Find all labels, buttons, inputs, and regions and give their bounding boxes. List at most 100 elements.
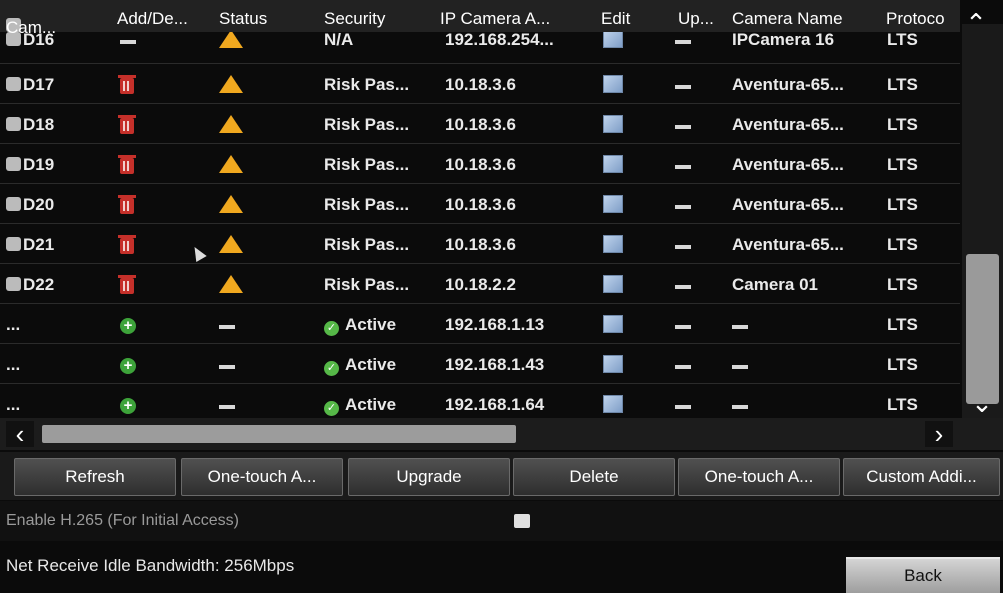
header-edit[interactable]: Edit — [601, 9, 630, 29]
ip-value: 10.18.3.6 — [445, 115, 516, 134]
delete-icon[interactable] — [118, 274, 136, 295]
table-row[interactable]: D21 Risk Pas... 10.18.3.6 Aventura-65...… — [0, 224, 960, 264]
warning-icon — [219, 115, 243, 138]
delete-icon[interactable] — [118, 114, 136, 135]
checkbox-icon[interactable] — [6, 157, 21, 171]
camera-no: D19 — [23, 155, 55, 174]
check-icon: ✓ — [324, 401, 339, 416]
edit-icon[interactable] — [603, 30, 623, 53]
checkbox-icon[interactable] — [6, 197, 21, 211]
ip-value: 192.168.1.64 — [445, 395, 545, 414]
checkbox-icon[interactable] — [6, 277, 21, 291]
table-row[interactable]: D17 Risk Pas... 10.18.3.6 Aventura-65...… — [0, 64, 960, 104]
protocol-value: LTS — [887, 155, 918, 174]
dash-icon — [675, 315, 691, 335]
checkbox-icon[interactable] — [6, 77, 21, 91]
security-value: ✓ Active — [324, 395, 396, 416]
row-checkbox[interactable]: D17 — [6, 75, 54, 95]
row-checkbox[interactable]: D21 — [6, 235, 54, 255]
refresh-button[interactable]: Refresh — [14, 458, 176, 496]
camera-no: D17 — [23, 75, 55, 94]
header-security[interactable]: Security — [324, 9, 385, 29]
header-protocol[interactable]: Protoco — [886, 9, 945, 29]
one-touch-activate-button[interactable]: One-touch A... — [181, 458, 343, 496]
protocol-value: LTS — [887, 115, 918, 134]
protocol-value: LTS — [887, 315, 918, 334]
dash-icon — [675, 115, 691, 135]
delete-icon[interactable] — [118, 74, 136, 95]
dash-icon — [732, 395, 748, 415]
checkbox-icon[interactable] — [6, 117, 21, 131]
camera-name: Camera 01 — [732, 275, 819, 294]
edit-icon[interactable] — [603, 395, 623, 418]
table-row[interactable]: D22 Risk Pas... 10.18.2.2 Camera 01 LTS — [0, 264, 960, 304]
action-toolbar: Refresh One-touch A... Upgrade Delete On… — [0, 452, 1003, 500]
row-checkbox[interactable]: D19 — [6, 155, 54, 175]
dash-icon — [675, 395, 691, 415]
header-status[interactable]: Status — [219, 9, 267, 29]
dash-icon — [675, 75, 691, 95]
ip-value: 10.18.3.6 — [445, 235, 516, 254]
vertical-scroll-thumb[interactable] — [966, 254, 999, 404]
row-checkbox[interactable]: D18 — [6, 115, 54, 135]
dash-icon — [675, 195, 691, 215]
custom-adding-button[interactable]: Custom Addi... — [843, 458, 1000, 496]
add-icon[interactable]: + — [120, 395, 136, 415]
table-row[interactable]: D18 Risk Pas... 10.18.3.6 Aventura-65...… — [0, 104, 960, 144]
delete-button[interactable]: Delete — [513, 458, 675, 496]
warning-icon — [219, 30, 243, 53]
delete-icon[interactable] — [118, 194, 136, 215]
chevron-down-icon[interactable]: ⌄ — [968, 390, 996, 416]
edit-icon[interactable] — [603, 155, 623, 178]
vertical-scrollbar[interactable]: ⌄ — [962, 24, 1003, 418]
header-add-delete[interactable]: Add/De... — [117, 9, 188, 29]
bandwidth-text: Net Receive Idle Bandwidth: 256Mbps — [6, 556, 295, 575]
warning-icon — [219, 275, 243, 298]
camera-name: Aventura-65... — [732, 195, 844, 214]
edit-icon[interactable] — [603, 235, 623, 258]
camera-no: ... — [6, 315, 21, 334]
camera-name: IPCamera 16 — [732, 30, 835, 49]
protocol-value: LTS — [887, 30, 918, 49]
dash-icon — [219, 315, 235, 335]
row-checkbox[interactable]: D20 — [6, 195, 54, 215]
camera-no: D21 — [23, 235, 55, 254]
chevron-left-icon[interactable]: ‹ — [6, 421, 34, 447]
horizontal-scroll-thumb[interactable] — [42, 425, 516, 443]
table-row[interactable]: D19 Risk Pas... 10.18.3.6 Aventura-65...… — [0, 144, 960, 184]
camera-name: Aventura-65... — [732, 115, 844, 134]
upgrade-button[interactable]: Upgrade — [348, 458, 510, 496]
header-upgrade[interactable]: Up... — [678, 9, 714, 29]
checkbox-icon[interactable] — [6, 237, 21, 251]
edit-icon[interactable] — [603, 75, 623, 98]
table-row[interactable]: D20 Risk Pas... 10.18.3.6 Aventura-65...… — [0, 184, 960, 224]
chevron-right-icon[interactable]: › — [925, 421, 953, 447]
camera-name: Aventura-65... — [732, 235, 844, 254]
dash-icon — [675, 30, 691, 50]
horizontal-scrollbar[interactable]: ‹ › — [0, 418, 1003, 450]
edit-icon[interactable] — [603, 275, 623, 298]
table-row[interactable]: ... + ✓ Active 192.168.1.43 LTS — [0, 344, 960, 384]
delete-icon[interactable] — [118, 234, 136, 255]
back-button[interactable]: Back — [846, 557, 1000, 593]
row-checkbox[interactable]: D22 — [6, 275, 54, 295]
edit-icon[interactable] — [603, 355, 623, 378]
h265-checkbox[interactable] — [514, 514, 530, 528]
protocol-value: LTS — [887, 275, 918, 294]
camera-no: ... — [6, 395, 21, 414]
protocol-value: LTS — [887, 195, 918, 214]
chevron-up-icon[interactable]: ⌃ — [962, 10, 990, 36]
table-row[interactable]: ... + ✓ Active 192.168.1.13 LTS — [0, 304, 960, 344]
edit-icon[interactable] — [603, 115, 623, 138]
one-touch-adding-button[interactable]: One-touch A... — [678, 458, 840, 496]
add-icon[interactable]: + — [120, 315, 136, 335]
table-row[interactable]: ... + ✓ Active 192.168.1.64 LTS — [0, 384, 960, 418]
delete-icon[interactable] — [118, 154, 136, 175]
add-icon[interactable]: + — [120, 355, 136, 375]
edit-icon[interactable] — [603, 195, 623, 218]
security-value: Risk Pas... — [324, 235, 410, 254]
header-ip[interactable]: IP Camera A... — [440, 9, 550, 29]
header-camera-name[interactable]: Camera Name — [732, 9, 843, 29]
edit-icon[interactable] — [603, 315, 623, 338]
security-value: N/A — [324, 30, 354, 49]
